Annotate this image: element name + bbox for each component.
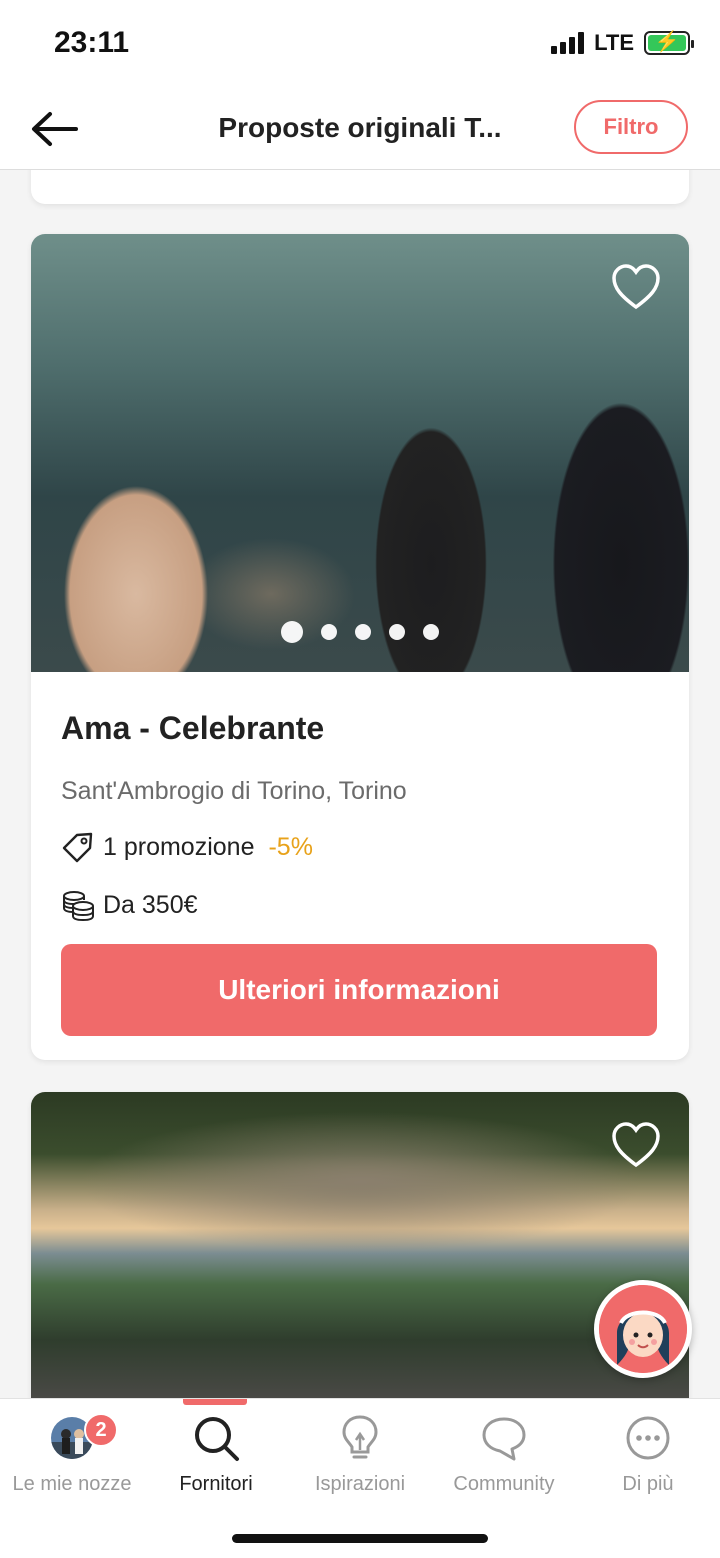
battery-icon: ⚡: [644, 31, 694, 55]
tab-label: Le mie nozze: [12, 1473, 132, 1495]
back-button[interactable]: [28, 106, 80, 152]
tab-le-mie-nozze[interactable]: 2 Le mie nozze: [0, 1413, 144, 1503]
carousel-dot[interactable]: [281, 621, 303, 643]
vendor-name[interactable]: Ama - Celebrante: [61, 710, 659, 747]
favorite-heart-icon[interactable]: [611, 1122, 661, 1168]
tab-di-piu[interactable]: Di più: [576, 1413, 720, 1503]
vendor-location: Sant'Ambrogio di Torino, Torino: [61, 777, 407, 805]
price-text: Da 350€: [103, 890, 198, 919]
status-icons: LTE ⚡: [551, 30, 694, 56]
tab-label: Community: [453, 1473, 555, 1495]
chat-bubble-icon: [482, 1417, 526, 1461]
active-tab-indicator: [183, 1399, 247, 1405]
vendor-photo[interactable]: [31, 1092, 689, 1398]
photo-carousel-dots[interactable]: [31, 621, 689, 643]
previous-vendor-card[interactable]: [31, 170, 689, 204]
assistant-face-icon: [599, 1285, 687, 1373]
carousel-dot[interactable]: [423, 624, 439, 640]
price-tag-icon: [61, 830, 95, 864]
tab-community[interactable]: Community: [432, 1413, 576, 1503]
filter-button[interactable]: Filtro: [574, 100, 688, 154]
more-info-button[interactable]: Ulteriori informazioni: [61, 944, 657, 1036]
price-row: Da 350€: [61, 888, 659, 922]
network-type: LTE: [594, 30, 634, 55]
coins-icon: [61, 888, 95, 922]
back-arrow-icon: [32, 112, 78, 146]
status-bar: 23:11 LTE ⚡: [0, 0, 720, 90]
tab-ispirazioni[interactable]: Ispirazioni: [288, 1413, 432, 1503]
more-dots-icon: [626, 1416, 670, 1460]
vendor-list[interactable]: Ama - Celebrante Sant'Ambrogio di Torino…: [0, 170, 720, 1398]
promotion-row: 1 promozione -5%: [61, 830, 659, 864]
home-indicator: [232, 1534, 488, 1543]
favorite-heart-icon[interactable]: [611, 264, 661, 310]
page-title: Proposte originali T...: [218, 112, 502, 143]
discount-value: -5%: [268, 832, 313, 861]
carousel-dot[interactable]: [321, 624, 337, 640]
tab-label: Ispirazioni: [314, 1473, 406, 1495]
notification-badge: 2: [84, 1413, 118, 1447]
vendor-card[interactable]: Ama - Celebrante Sant'Ambrogio di Torino…: [31, 234, 689, 1060]
tab-label: Di più: [622, 1473, 674, 1495]
search-icon: [195, 1417, 239, 1461]
promotion-text: 1 promozione: [103, 832, 255, 861]
vendor-card-body: Ama - Celebrante Sant'Ambrogio di Torino…: [31, 672, 689, 1036]
vendor-card[interactable]: [31, 1092, 689, 1398]
signal-icon: [551, 32, 585, 54]
navigation-bar: Proposte originali T... Filtro: [0, 90, 720, 170]
assistant-avatar-button[interactable]: [594, 1280, 692, 1378]
carousel-dot[interactable]: [389, 624, 405, 640]
status-time: 23:11: [54, 26, 130, 59]
vendor-photo[interactable]: [31, 234, 689, 672]
tab-fornitori[interactable]: Fornitori: [144, 1413, 288, 1503]
tab-label: Fornitori: [179, 1473, 253, 1495]
carousel-dot[interactable]: [355, 624, 371, 640]
lightbulb-icon: [342, 1415, 378, 1459]
